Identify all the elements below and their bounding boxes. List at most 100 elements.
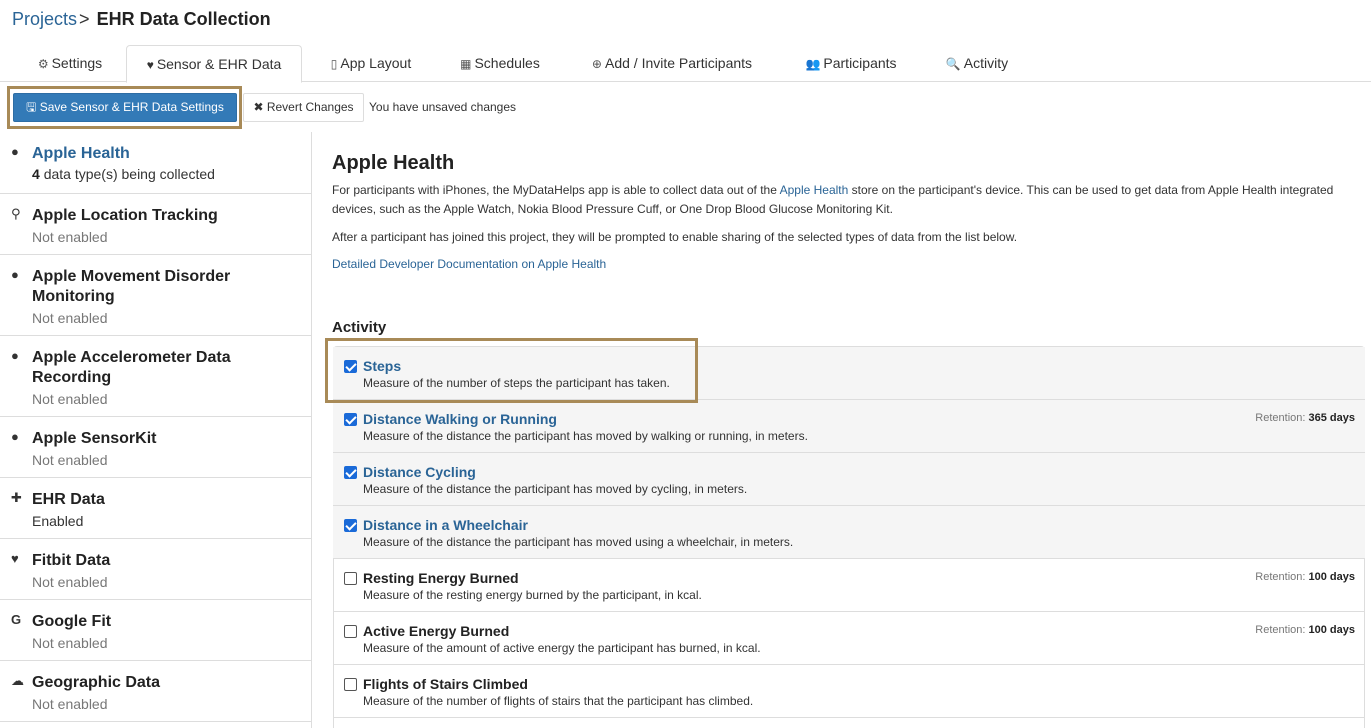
tab-label: Schedules bbox=[474, 55, 540, 71]
sidebar-item-fitbit-data[interactable]: ♥ Fitbit Data Not enabled bbox=[0, 539, 311, 600]
page-title: EHR Data Collection bbox=[96, 9, 271, 29]
sidebar-item-ehr-data[interactable]: ✚ EHR Data Enabled bbox=[0, 478, 311, 539]
sidebar-item-title: Apple Health bbox=[32, 145, 130, 162]
apple-icon: ● bbox=[11, 429, 19, 444]
steps-row-highlight bbox=[325, 338, 698, 403]
data-type-name: Distance Cycling bbox=[363, 464, 476, 480]
sidebar-item-apple-movement-disorder[interactable]: ● Apple Movement Disorder Monitoring Not… bbox=[0, 255, 311, 336]
tab-label: Settings bbox=[51, 55, 103, 71]
resting-energy-checkbox[interactable] bbox=[344, 572, 357, 585]
flights-climbed-checkbox[interactable] bbox=[344, 678, 357, 691]
tab-sensor-ehr-data[interactable]: ♥ Sensor & EHR Data bbox=[126, 45, 302, 83]
sidebar-item-apple-sensorkit[interactable]: ● Apple SensorKit Not enabled bbox=[0, 417, 311, 478]
sidebar-item-title: Apple Location Tracking bbox=[32, 207, 218, 224]
google-icon: G bbox=[11, 612, 22, 627]
data-type-desc: Measure of the number of flights of stai… bbox=[363, 694, 754, 708]
data-type-row-resting-energy[interactable]: Resting Energy Burned Measure of the res… bbox=[333, 559, 1365, 612]
sidebar-item-status: Not enabled bbox=[32, 229, 108, 245]
sidebar-item-title: Google Fit bbox=[32, 613, 112, 630]
map-marker-icon: ⚲ bbox=[11, 206, 21, 221]
sidebar-item-title: Apple Movement Disorder Monitoring bbox=[32, 268, 231, 305]
retention-info: Retention: 100 days bbox=[1255, 571, 1355, 583]
data-type-desc: Measure of the distance the participant … bbox=[363, 535, 794, 549]
retention-value: 100 days bbox=[1308, 571, 1355, 583]
save-icon: 🖫 bbox=[26, 100, 40, 114]
sidebar-item-title: Apple Accelerometer Data Recording bbox=[32, 349, 231, 386]
breadcrumb: Projects > EHR Data Collection bbox=[12, 9, 271, 30]
apple-health-link[interactable]: Apple Health bbox=[780, 183, 849, 197]
sidebar-item-apple-accelerometer[interactable]: ● Apple Accelerometer Data Recording Not… bbox=[0, 336, 311, 417]
data-type-row-distance-cycling[interactable]: Distance Cycling Measure of the distance… bbox=[333, 453, 1365, 506]
data-type-row-distance-wheelchair[interactable]: Distance in a Wheelchair Measure of the … bbox=[333, 506, 1365, 559]
retention-label: Retention: bbox=[1255, 412, 1306, 424]
sidebar-item-status: Not enabled bbox=[32, 574, 108, 590]
distance-cycling-checkbox[interactable] bbox=[344, 466, 357, 479]
mobile-icon: ▯ bbox=[330, 57, 338, 71]
data-type-desc: Measure of the distance the participant … bbox=[363, 429, 808, 443]
calendar-icon: ▦ bbox=[460, 57, 472, 71]
data-type-name: Distance Walking or Running bbox=[363, 411, 557, 427]
data-type-name: Active Energy Burned bbox=[363, 623, 510, 639]
tab-label: App Layout bbox=[340, 55, 412, 71]
data-type-row-distance-walking[interactable]: Distance Walking or Running Measure of t… bbox=[333, 400, 1365, 453]
sidebar-item-geographic-data[interactable]: ☁ Geographic Data Not enabled bbox=[0, 661, 311, 722]
retention-info: Retention: 100 days bbox=[1255, 624, 1355, 636]
sidebar-item-title: Fitbit Data bbox=[32, 552, 111, 569]
description-paragraph: For participants with iPhones, the MyDat… bbox=[332, 181, 1362, 219]
active-energy-checkbox[interactable] bbox=[344, 625, 357, 638]
tab-settings[interactable]: ⚙ Settings bbox=[14, 45, 126, 82]
data-type-name: Resting Energy Burned bbox=[363, 570, 519, 586]
tab-add-invite-participants[interactable]: ⊕ Add / Invite Participants bbox=[572, 45, 772, 82]
heartbeat-icon: ♥ bbox=[11, 551, 19, 566]
tab-bar: ⚙ Settings ♥ Sensor & EHR Data ▯ App Layout… bbox=[0, 45, 1371, 83]
tab-label: Sensor & EHR Data bbox=[156, 56, 282, 72]
distance-wheelchair-checkbox[interactable] bbox=[344, 519, 357, 532]
revert-button-label: Revert Changes bbox=[266, 100, 354, 114]
plus-circle-icon: ⊕ bbox=[591, 57, 602, 71]
unsaved-changes-text: You have unsaved changes bbox=[369, 100, 517, 114]
search-icon: 🔍 bbox=[945, 57, 961, 71]
sidebar-item-status: Not enabled bbox=[32, 696, 108, 712]
sidebar-item-status: Not enabled bbox=[32, 452, 108, 468]
data-type-row-active-energy[interactable]: Active Energy Burned Measure of the amou… bbox=[333, 612, 1365, 665]
data-type-text: data type(s) being collected bbox=[43, 166, 215, 182]
gear-icon: ⚙ bbox=[37, 57, 49, 71]
apple-icon: ● bbox=[11, 144, 19, 159]
section-heading: Apple Health bbox=[332, 152, 455, 174]
medkit-icon: ✚ bbox=[11, 490, 22, 505]
sidebar-item-status: Not enabled bbox=[32, 391, 108, 407]
distance-walking-checkbox[interactable] bbox=[344, 413, 357, 426]
revert-changes-button[interactable]: ✖ Revert Changes bbox=[243, 93, 364, 122]
retention-value: 365 days bbox=[1308, 412, 1355, 424]
data-type-row-flights-climbed[interactable]: Flights of Stairs Climbed Measure of the… bbox=[333, 665, 1365, 718]
close-icon: ✖ bbox=[253, 100, 267, 114]
tab-app-layout[interactable]: ▯ App Layout bbox=[314, 45, 428, 82]
sidebar-item-status: 4 data type(s) being collected bbox=[32, 166, 215, 182]
users-icon: 👥 bbox=[805, 57, 821, 71]
sidebar-item-title: Geographic Data bbox=[32, 674, 161, 691]
data-type-name: Flights of Stairs Climbed bbox=[363, 676, 528, 692]
tab-label: Add / Invite Participants bbox=[604, 55, 753, 71]
heartbeat-icon: ♥ bbox=[146, 58, 154, 72]
retention-label: Retention: bbox=[1255, 571, 1306, 583]
apple-icon: ● bbox=[11, 348, 19, 363]
description-text: For participants with iPhones, the MyDat… bbox=[332, 183, 780, 197]
sidebar-item-google-fit[interactable]: G Google Fit Not enabled bbox=[0, 600, 311, 661]
tab-activity[interactable]: 🔍 Activity bbox=[929, 45, 1025, 82]
prompt-paragraph: After a participant has joined this proj… bbox=[332, 230, 1018, 244]
save-settings-button[interactable]: 🖫 Save Sensor & EHR Data Settings bbox=[13, 93, 237, 122]
tab-label: Participants bbox=[823, 55, 897, 71]
sidebar-item-apple-location-tracking[interactable]: ⚲ Apple Location Tracking Not enabled bbox=[0, 194, 311, 255]
sidebar-item-apple-health[interactable]: ● Apple Health 4 data type(s) being coll… bbox=[0, 132, 311, 194]
data-type-desc: Measure of the amount of active energy t… bbox=[363, 641, 761, 655]
breadcrumb-projects-link[interactable]: Projects bbox=[12, 9, 77, 29]
sidebar-item-title: EHR Data bbox=[32, 491, 105, 508]
tab-label: Activity bbox=[963, 55, 1009, 71]
tab-schedules[interactable]: ▦ Schedules bbox=[443, 45, 557, 82]
breadcrumb-separator: > bbox=[79, 9, 90, 29]
developer-docs-link[interactable]: Detailed Developer Documentation on Appl… bbox=[332, 257, 606, 271]
sidebar-item-status: Not enabled bbox=[32, 310, 108, 326]
retention-value: 100 days bbox=[1308, 624, 1355, 636]
tab-participants[interactable]: 👥 Participants bbox=[788, 45, 914, 82]
data-type-count: 4 bbox=[32, 166, 40, 182]
